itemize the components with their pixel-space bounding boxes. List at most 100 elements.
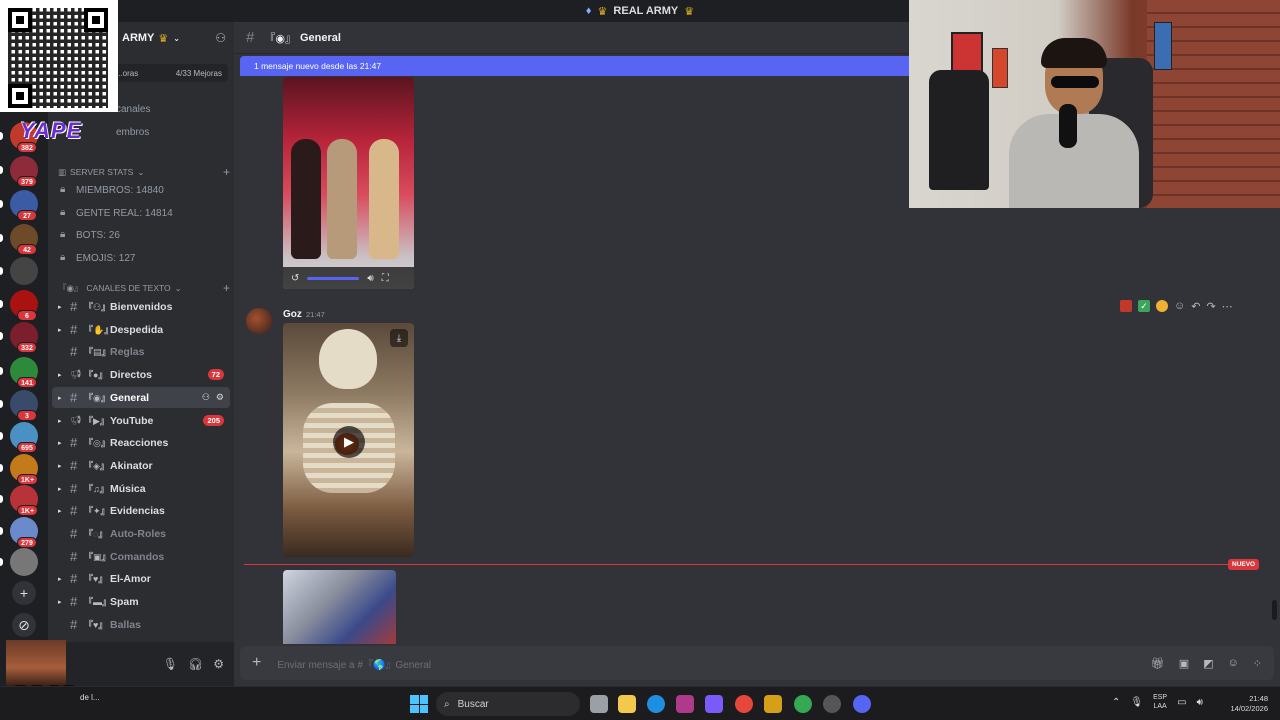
emoji-icon[interactable] xyxy=(1156,300,1168,312)
stat-channel[interactable]: 🔒︎ GENTE REAL: 14814 xyxy=(60,203,230,223)
channel-despedida[interactable]: ▸ # 『✋』 Despedida xyxy=(52,319,230,340)
channel-reglas[interactable]: # 『▤』 Reglas xyxy=(52,341,230,362)
channel-title: General xyxy=(299,31,341,44)
apps-icon[interactable]: ⁘ xyxy=(1253,657,1262,670)
emoji-icon[interactable]: ☺ xyxy=(1228,657,1239,670)
channel-el-amor[interactable]: ▸ # 『♥』 El-Amor xyxy=(52,568,230,589)
new-messages-banner[interactable]: 1 mensaje nuevo desde las 21:47 xyxy=(240,56,920,76)
video-attachment[interactable]: ↺ 🔊︎ ⛶ xyxy=(283,77,414,289)
microphone-icon[interactable]: 🎙︎ xyxy=(1130,697,1143,708)
download-icon[interactable]: ⤓ xyxy=(390,329,408,347)
network-icon[interactable]: ▭ xyxy=(1177,697,1186,708)
copilot-icon[interactable] xyxy=(705,695,723,713)
screen: ♦ ♛ REAL ARMY ♛ 382 379 27 42 6 332 141 3 695 1K+… xyxy=(0,0,1280,720)
add-reaction-icon[interactable]: ☺ xyxy=(1174,300,1185,312)
video-controls: ↺ 🔊︎ ⛶ xyxy=(283,267,414,289)
gear-icon[interactable]: ⚙ xyxy=(216,392,224,403)
unread-indicator xyxy=(0,332,3,340)
diamond-icon: ♦ xyxy=(585,5,592,17)
fullscreen-icon[interactable]: ⛶ xyxy=(382,273,389,284)
headphones-icon[interactable]: 🎧︎ xyxy=(188,657,203,671)
add-channel-icon[interactable]: + xyxy=(223,165,230,179)
avatar[interactable] xyxy=(246,308,272,334)
thread-arrow-icon: ▸ xyxy=(58,462,62,470)
stat-channel[interactable]: 🔒︎ MIEMBROS: 14840 xyxy=(60,180,230,200)
unread-indicator xyxy=(0,234,3,242)
clock[interactable]: 21:48 14/02/2026 xyxy=(1222,694,1268,714)
channel-spam[interactable]: ▸ # 『▬』 Spam xyxy=(52,591,230,612)
chevron-down-icon: ⌄ xyxy=(137,166,145,177)
language-indicator[interactable]: ESP LAA xyxy=(1153,693,1167,711)
check-emoji-icon[interactable]: ✓ xyxy=(1138,300,1150,312)
message-composer[interactable]: + Enviar mensaje a #『🌎』General 🎁︎ ▣ ◩ ☺ … xyxy=(240,646,1274,680)
channel-label: Auto-Roles xyxy=(110,527,166,540)
taskbar-search[interactable]: ⌕ Buscar xyxy=(436,692,580,716)
channel-m-sica[interactable]: ▸ # 『♫』 Música xyxy=(52,478,230,499)
gift-icon[interactable]: 🎁︎ xyxy=(1151,657,1165,670)
category-server-stats[interactable]: ▥ SERVER STATS ⌄ + xyxy=(58,165,230,179)
windows-start-icon[interactable] xyxy=(410,695,428,713)
add-member-icon[interactable]: ⚇ xyxy=(215,31,226,45)
sticker-icon[interactable]: ◩ xyxy=(1203,657,1213,670)
server-icon[interactable] xyxy=(10,548,38,576)
yape-logo: YAPE xyxy=(20,118,83,143)
scrollbar[interactable] xyxy=(1272,600,1277,620)
message-author[interactable]: Goz xyxy=(283,309,302,320)
settings-icon[interactable]: ⚙ xyxy=(213,657,224,671)
thread-arrow-icon: ▸ xyxy=(58,326,62,334)
channel-ballas[interactable]: # 『♥』 Ballas xyxy=(52,614,230,635)
stat-channel[interactable]: 🔒︎ EMOJIS: 127 xyxy=(60,248,230,268)
channel-comandos[interactable]: # 『▣』 Comandos xyxy=(52,546,230,567)
forward-icon[interactable]: ↷ xyxy=(1206,300,1215,313)
invite-icon[interactable]: ⚇ xyxy=(202,392,210,403)
edge-icon[interactable] xyxy=(647,695,665,713)
browse-channels[interactable]: canales xyxy=(116,104,150,115)
add-channel-icon[interactable]: + xyxy=(223,281,230,295)
channel-general[interactable]: ▸ # 『◉』 General ⚇ ⚙ xyxy=(52,387,230,408)
channel-bienvenidos[interactable]: ▸ # 『⚇』 Bienvenidos xyxy=(52,296,230,317)
app-icon[interactable] xyxy=(764,695,782,713)
channel-emoji-icon: 『⚇』 xyxy=(84,302,111,312)
task-view-icon[interactable] xyxy=(590,695,608,713)
app-icon[interactable] xyxy=(676,695,694,713)
discord-icon[interactable] xyxy=(853,695,871,713)
category-text-channels[interactable]: 『◉』 CANALES DE TEXTO ⌄ + xyxy=(58,281,230,295)
hash-icon: # xyxy=(70,435,78,450)
crown-icon: ♛ xyxy=(684,5,695,18)
reply-icon[interactable]: ↶ xyxy=(1191,300,1200,313)
hash-icon: # xyxy=(70,322,78,337)
more-icon[interactable]: ⋯ xyxy=(1222,300,1233,313)
replay-icon[interactable]: ↺ xyxy=(291,273,299,284)
channel-reacciones[interactable]: ▸ # 『◎』 Reacciones xyxy=(52,432,230,453)
members-link[interactable]: embros xyxy=(116,127,149,138)
discover-icon[interactable]: ⊘ xyxy=(12,613,36,637)
video-attachment[interactable]: ▶ ⤓ xyxy=(283,323,414,557)
chrome-icon[interactable] xyxy=(794,695,812,713)
image-attachment[interactable] xyxy=(283,570,396,644)
add-attachment-icon[interactable]: + xyxy=(252,654,261,672)
message-input[interactable]: Enviar mensaje a #『🌎』General xyxy=(277,656,1150,671)
play-icon[interactable]: ▶ xyxy=(333,426,365,458)
thread-arrow-icon: ▸ xyxy=(58,394,62,402)
volume-icon[interactable]: 🔊︎ xyxy=(1197,697,1203,708)
gif-icon[interactable]: ▣ xyxy=(1179,657,1189,670)
channel-directos[interactable]: ▸ 📢︎ 『●』 Directos 72 xyxy=(52,364,230,385)
volume-icon[interactable]: 🔊︎ xyxy=(367,273,373,284)
chrome-icon[interactable] xyxy=(735,695,753,713)
channel-auto-roles[interactable]: # 『◌』 Auto-Roles xyxy=(52,523,230,544)
add-server-icon[interactable]: + xyxy=(12,581,36,605)
boost-progress[interactable]: ...oras 4/33 Mejoras xyxy=(110,64,228,82)
server-icon[interactable] xyxy=(10,257,38,285)
file-explorer-icon[interactable] xyxy=(618,695,636,713)
chevron-up-icon[interactable]: ⌃ xyxy=(1112,697,1120,708)
stat-channel[interactable]: 🔒︎ BOTS: 26 xyxy=(60,225,230,245)
microphone-icon[interactable]: 🎙︎ xyxy=(163,657,178,671)
app-icon[interactable] xyxy=(823,695,841,713)
channel-evidencias[interactable]: ▸ # 『✦』 Evidencias xyxy=(52,500,230,521)
taskbar-app-label[interactable]: de l... xyxy=(80,693,100,702)
reaction-emoji-icon[interactable] xyxy=(1120,300,1132,312)
channel-akinator[interactable]: ▸ # 『◈』 Akinator xyxy=(52,455,230,476)
unread-indicator xyxy=(0,200,3,208)
video-progress[interactable] xyxy=(307,276,360,280)
channel-youtube[interactable]: ▸ 📢︎ 『▶』 YouTube 205 xyxy=(52,410,230,431)
